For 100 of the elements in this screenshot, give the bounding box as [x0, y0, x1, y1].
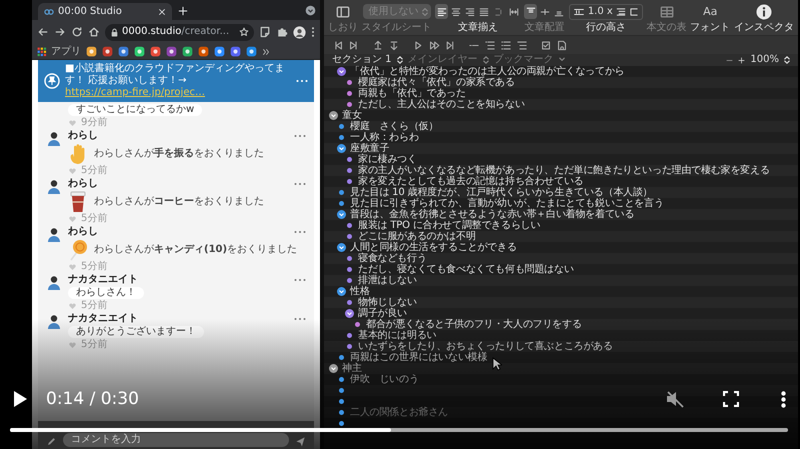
- section-selector[interactable]: セクション 1: [332, 54, 392, 66]
- outline-row[interactable]: 普段は、金魚を彷彿とさせるような赤い帯＋白い着物を着ている: [324, 209, 798, 220]
- outline-row[interactable]: 神主: [324, 363, 798, 374]
- outline-text: 見た目は 10 歳程度だが、江戸時代くらいから生きている（本人談）: [350, 187, 652, 198]
- toggle-icon[interactable]: [329, 364, 338, 373]
- list-icon[interactable]: [484, 40, 496, 50]
- toggle-icon[interactable]: [337, 287, 346, 296]
- avatar-icon: [46, 274, 62, 290]
- vertical-align-icon: [540, 6, 550, 16]
- info-icon[interactable]: [756, 4, 772, 20]
- more-bookmarks-icon[interactable]: [262, 48, 270, 56]
- more-icon[interactable]: [294, 278, 306, 282]
- toggle-icon[interactable]: [337, 210, 346, 219]
- bookmark-label[interactable]: アプリ: [51, 46, 81, 58]
- close-icon[interactable]: [158, 8, 166, 16]
- toolbar-label: 本文の表: [646, 22, 687, 34]
- updown-icon[interactable]: [784, 56, 790, 64]
- outline-row[interactable]: 寝食なども行う: [324, 253, 798, 264]
- muted-speaker-icon[interactable]: [665, 389, 685, 409]
- more-options-icon[interactable]: [781, 390, 786, 408]
- username: わらし: [68, 130, 98, 142]
- outline-row[interactable]: いたずらをしたり、おちょくったりして喜ぶところがある: [324, 341, 798, 352]
- bookmark-icon[interactable]: [118, 46, 129, 57]
- bookmark-icon[interactable]: [134, 46, 145, 57]
- outline-row[interactable]: 排泄はしない: [324, 275, 798, 286]
- line-height-icon[interactable]: [572, 6, 585, 16]
- outline-text: ただし、寝なくても食べなくても何も問題はない: [358, 264, 574, 275]
- bookmark-icon[interactable]: [214, 46, 225, 57]
- bookmark-icon[interactable]: [102, 46, 113, 57]
- bookmark-icon[interactable]: [86, 46, 97, 57]
- outline-row[interactable]: 櫻庭家は代々「依代」の家系である: [324, 77, 798, 88]
- toggle-icon[interactable]: [329, 111, 338, 120]
- bullet-list-icon[interactable]: [500, 40, 512, 50]
- outline-row[interactable]: ただし、主人公はそのことを知らない: [324, 99, 798, 110]
- spacing-icon[interactable]: [494, 6, 504, 16]
- align-button[interactable]: [435, 4, 448, 19]
- outline-row[interactable]: 物怖じしない: [324, 297, 798, 308]
- back-icon[interactable]: [37, 26, 49, 38]
- outline-row[interactable]: どこに服があるのかは不明: [324, 231, 798, 242]
- star-icon[interactable]: [239, 27, 249, 37]
- profile-menu-icon[interactable]: [305, 5, 316, 16]
- toggle-icon[interactable]: [345, 309, 354, 318]
- zoom-in-icon[interactable]: [738, 56, 746, 64]
- more-icon[interactable]: [294, 317, 306, 321]
- progress-track[interactable]: [10, 428, 788, 432]
- forward-icon[interactable]: [54, 26, 66, 38]
- font-button[interactable]: Aa: [703, 4, 718, 18]
- move-up-icon[interactable]: [372, 40, 384, 50]
- outline-text: 基本的には明るい: [358, 330, 436, 341]
- reload-icon[interactable]: [71, 26, 83, 38]
- nested-list-icon[interactable]: [516, 40, 528, 50]
- avatar-icon[interactable]: [293, 26, 306, 38]
- outline-row[interactable]: 見た目は 10 歳程度だが、江戸時代くらいから生きている（本人談）: [324, 187, 798, 198]
- outline-text: 排泄はしない: [358, 275, 417, 286]
- bookmark-icon[interactable]: [166, 46, 177, 57]
- outline-row[interactable]: 都合が悪くなると子供のフリ・大人のフリをする: [324, 319, 798, 330]
- username: ナカタニエイト: [68, 274, 138, 286]
- apps-grid-icon[interactable]: [37, 46, 47, 56]
- bookmark-icon[interactable]: [182, 46, 193, 57]
- chevron-down-icon[interactable]: [558, 56, 565, 64]
- comment-field[interactable]: コメントを入力: [63, 433, 289, 447]
- gift-message: わらしさんが手を振るをおくりました: [94, 148, 264, 160]
- toggle-icon[interactable]: [337, 243, 346, 252]
- spacing-before-icon[interactable]: [616, 6, 626, 16]
- fullscreen-icon[interactable]: [723, 391, 739, 407]
- indent-icon[interactable]: [628, 6, 639, 16]
- outline-text: 櫻庭家は代々「依代」の家系である: [358, 77, 515, 88]
- send-icon[interactable]: [295, 436, 306, 447]
- checkbox-icon[interactable]: [540, 40, 552, 50]
- puzzle-icon[interactable]: [276, 26, 288, 38]
- outline-row[interactable]: 座敷童子: [324, 143, 798, 154]
- more-icon[interactable]: [294, 182, 306, 186]
- updown-icon[interactable]: [396, 56, 403, 64]
- address-bar[interactable]: 0000.studio/creator...: [105, 24, 254, 40]
- skip-icon[interactable]: [428, 40, 440, 50]
- more-icon[interactable]: [294, 230, 306, 234]
- lock-icon: [110, 28, 119, 36]
- table-icon[interactable]: [658, 4, 675, 18]
- new-tab-icon[interactable]: [178, 6, 188, 16]
- kebab-menu-icon[interactable]: [311, 26, 315, 38]
- bookmark-icon[interactable]: [150, 46, 161, 57]
- play-icon[interactable]: [12, 390, 28, 408]
- distribute-icon[interactable]: [508, 6, 520, 16]
- bookmark-icon[interactable]: [246, 46, 257, 57]
- home-icon[interactable]: [88, 26, 100, 38]
- bookmark-icon[interactable]: [230, 46, 241, 57]
- more-icon[interactable]: [294, 134, 306, 138]
- zoom-level[interactable]: 100%: [750, 54, 779, 66]
- browser-tab[interactable]: 00:00 Studio: [38, 3, 172, 20]
- bookmark-icon[interactable]: [198, 46, 209, 57]
- message-bubble: ありがとうございますー！: [68, 326, 204, 338]
- toggle-icon[interactable]: [337, 144, 346, 153]
- note-icon[interactable]: [259, 26, 271, 38]
- next-icon[interactable]: [444, 40, 456, 50]
- toggle-icon[interactable]: [337, 67, 346, 76]
- more-icon[interactable]: [296, 79, 308, 83]
- pencil-icon[interactable]: [46, 436, 57, 447]
- move-down-icon[interactable]: [388, 40, 400, 50]
- sidebar-icon[interactable]: [335, 4, 351, 18]
- outline-row[interactable]: 櫻庭 さくら（仮）: [324, 121, 798, 132]
